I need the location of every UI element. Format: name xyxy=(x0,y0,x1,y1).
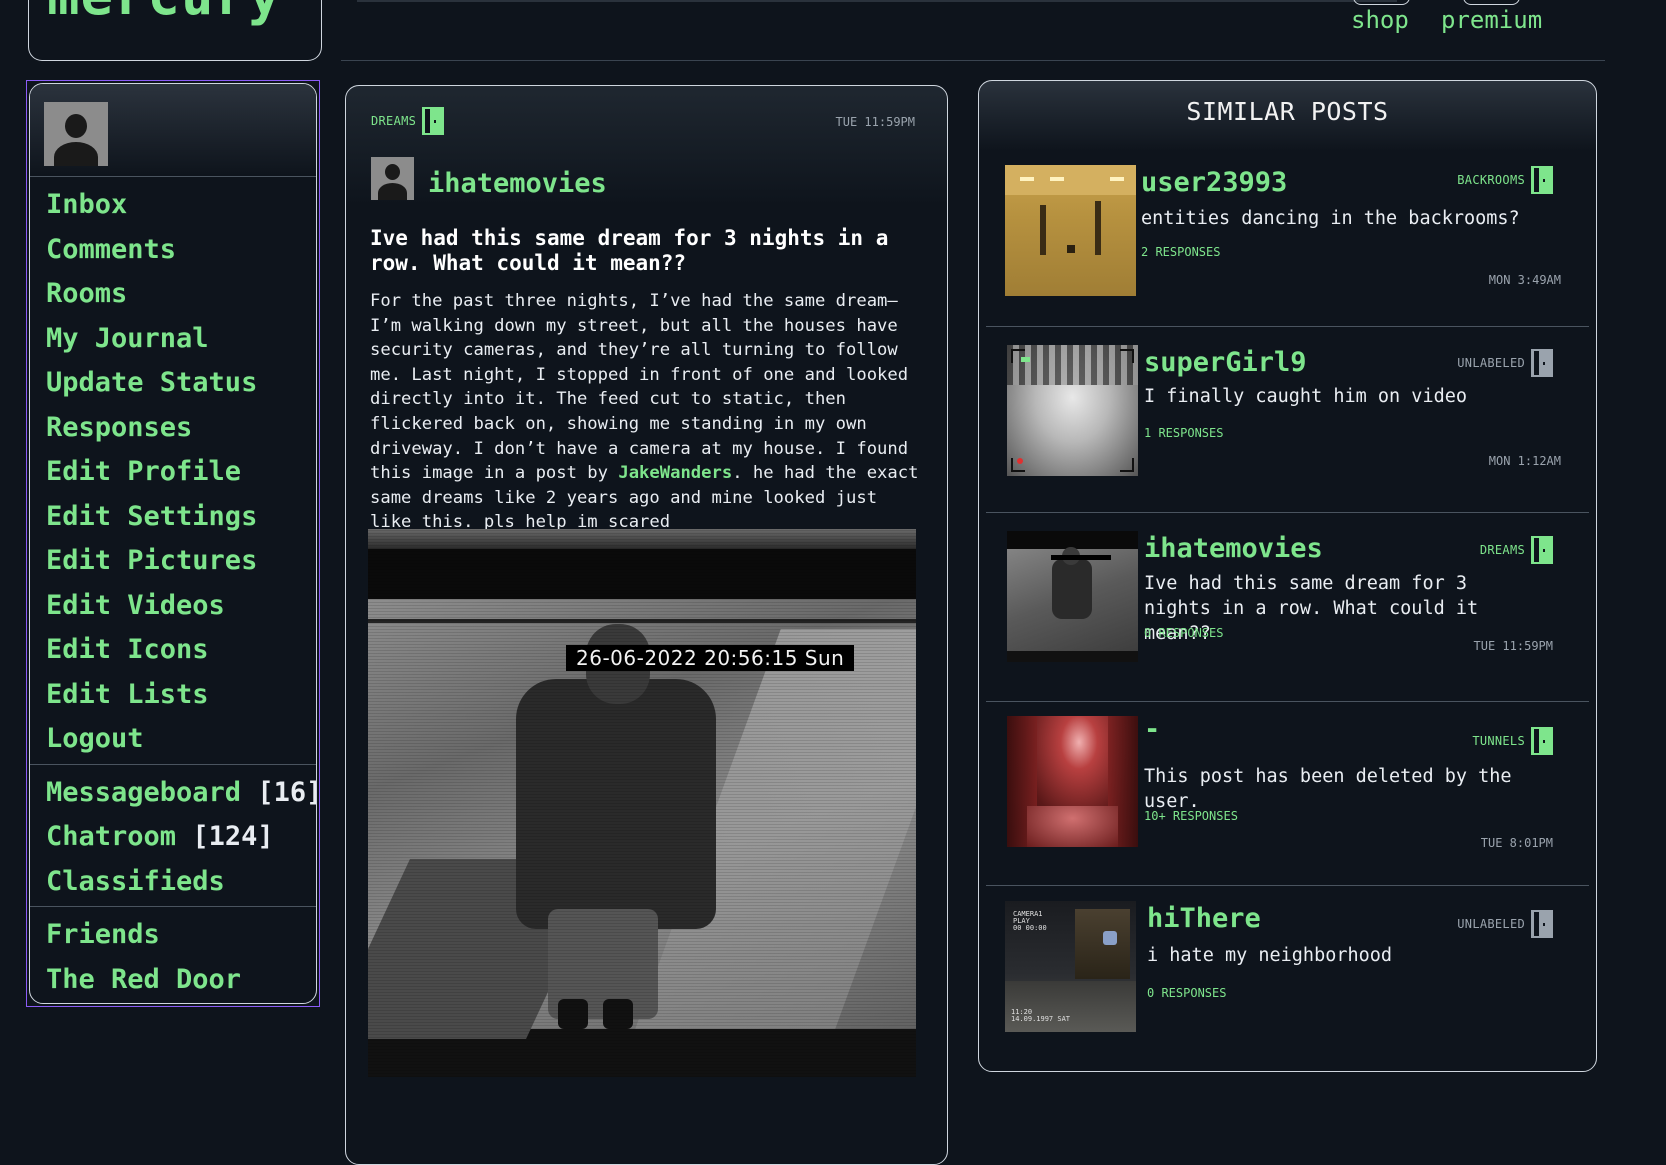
post-thumbnail[interactable]: CAMERA1 PLAY 00 00:00 11:20 14.09.1997 S… xyxy=(1005,901,1136,1032)
similar-post-time: TUE 8:01PM xyxy=(1480,836,1553,850)
sidebar-menu: Inbox Comments Rooms My Journal Update Statu… xyxy=(30,177,316,1003)
shop-link[interactable]: shop xyxy=(1351,6,1409,34)
sidebar-item-my-journal[interactable]: My Journal xyxy=(30,317,316,362)
similar-post-time: MON 3:49AM xyxy=(1488,273,1561,287)
similar-post-time: TUE 11:59PM xyxy=(1473,639,1553,653)
menu-group: Messageboard [16] Chatroom [124] Classifie… xyxy=(30,765,316,907)
similar-post-tag[interactable]: UNLABELED xyxy=(1457,910,1553,938)
sidebar-item-edit-pictures[interactable]: Edit Pictures xyxy=(30,539,316,584)
sidebar-item-label: Messageboard xyxy=(46,776,242,808)
post-panel: DREAMS TUE 11:59PM ihatemovies Ive had t… xyxy=(345,85,948,1165)
sidebar-item-inbox[interactable]: Inbox xyxy=(30,183,316,228)
sidebar: Inbox Comments Rooms My Journal Update Statu… xyxy=(26,80,320,1007)
similar-post-text: I finally caught him on video xyxy=(1144,386,1468,407)
sidebar-panel: Inbox Comments Rooms My Journal Update Statu… xyxy=(29,83,317,1004)
sidebar-item-comments[interactable]: Comments xyxy=(30,228,316,273)
similar-post-user[interactable]: hiThere xyxy=(1147,903,1261,934)
shop-tab-edge xyxy=(1353,0,1410,5)
sidebar-item-responses[interactable]: Responses xyxy=(30,406,316,451)
similar-post-user[interactable]: superGirl9 xyxy=(1144,347,1307,378)
door-icon xyxy=(1531,349,1553,377)
similar-post-responses[interactable]: 1 RESPONSES xyxy=(1144,426,1223,440)
user-avatar[interactable] xyxy=(44,102,108,166)
post-author-link[interactable]: ihatemovies xyxy=(428,168,607,199)
door-icon xyxy=(1531,910,1553,938)
cctv-timestamp: 26-06-2022 20:56:15 Sun xyxy=(566,645,855,671)
thumb-date-label: 11:20 14.09.1997 SAT xyxy=(1011,1008,1071,1023)
similar-post-user[interactable]: ihatemovies xyxy=(1144,533,1323,564)
post-thumbnail[interactable] xyxy=(1007,345,1138,476)
sidebar-header xyxy=(30,84,316,177)
sidebar-item-edit-icons[interactable]: Edit Icons xyxy=(30,628,316,673)
post-title: Ive had this same dream for 3 nights in … xyxy=(370,226,889,275)
sidebar-item-label: Chatroom xyxy=(46,821,177,852)
sidebar-item-label: Classifieds xyxy=(46,865,225,897)
menu-group: Friends The Red Door xyxy=(30,907,316,1003)
sidebar-item-friends[interactable]: Friends xyxy=(30,913,316,958)
similar-post-responses[interactable]: 10+ RESPONSES xyxy=(1144,809,1238,823)
site-logo[interactable]: mercury xyxy=(47,0,282,27)
logo-box[interactable]: mercury xyxy=(28,0,322,61)
sidebar-item-edit-videos[interactable]: Edit Videos xyxy=(30,584,316,629)
similar-post-card[interactable]: - TUNNELS This post has been deleted by … xyxy=(986,702,1589,886)
sidebar-item-messageboard[interactable]: Messageboard [16] xyxy=(30,771,316,816)
similar-post-user[interactable]: user23993 xyxy=(1141,167,1287,198)
cctv-image: 26-06-2022 20:56:15 Sun xyxy=(368,529,916,1077)
post-tag[interactable]: DREAMS xyxy=(371,107,445,135)
post-thumbnail[interactable] xyxy=(1007,716,1138,847)
sidebar-item-the-red-door[interactable]: The Red Door xyxy=(30,958,316,1003)
similar-posts-panel: SIMILAR POSTS user23993 BACKROOMS entiti… xyxy=(978,80,1597,1072)
similar-post-card[interactable]: user23993 BACKROOMS entities dancing in … xyxy=(986,151,1589,327)
sidebar-item-edit-lists[interactable]: Edit Lists xyxy=(30,673,316,718)
post-thumbnail[interactable] xyxy=(1007,531,1138,662)
sidebar-item-classifieds[interactable]: Classifieds xyxy=(30,860,316,905)
post-tag-label: DREAMS xyxy=(371,114,417,128)
similar-post-responses[interactable]: 2 RESPONSES xyxy=(1141,245,1220,259)
similar-post-tag-label: UNLABELED xyxy=(1457,356,1525,370)
thumb-camera-label: CAMERA1 PLAY 00 00:00 xyxy=(1013,910,1047,932)
top-nav-bar xyxy=(357,0,1397,2)
sidebar-item-update-status[interactable]: Update Status xyxy=(30,361,316,406)
sidebar-item-edit-settings[interactable]: Edit Settings xyxy=(30,495,316,540)
similar-post-responses[interactable]: 0 RESPONSES xyxy=(1147,986,1226,1000)
similar-post-time: MON 1:12AM xyxy=(1488,454,1561,468)
similar-posts-title: SIMILAR POSTS xyxy=(1186,97,1389,126)
similar-post-text: This post has been deleted by the user. xyxy=(1144,766,1512,812)
post-time: TUE 11:59PM xyxy=(835,115,915,129)
similar-post-tag[interactable]: TUNNELS xyxy=(1472,727,1553,755)
similar-post-card[interactable]: superGirl9 UNLABELED I finally caught hi… xyxy=(986,327,1589,513)
similar-post-user[interactable]: - xyxy=(1144,714,1160,745)
mention-link[interactable]: JakeWanders xyxy=(618,463,732,483)
similar-post-text: entities dancing in the backrooms? xyxy=(1141,208,1520,229)
similar-post-tag-label: UNLABELED xyxy=(1457,917,1525,931)
similar-post-tag-label: TUNNELS xyxy=(1472,734,1525,748)
door-icon xyxy=(1531,536,1553,564)
post-body-text: For the past three nights, I’ve had the … xyxy=(370,291,909,484)
sidebar-item-count: [16] xyxy=(257,776,317,808)
menu-group: Inbox Comments Rooms My Journal Update Statu… xyxy=(30,177,316,765)
similar-post-card[interactable]: ihatemovies DREAMS Ive had this same dre… xyxy=(986,513,1589,702)
sidebar-item-count: [124] xyxy=(192,821,274,852)
post-thumbnail[interactable] xyxy=(1005,165,1136,296)
similar-post-tag[interactable]: UNLABELED xyxy=(1457,349,1553,377)
door-icon xyxy=(1531,727,1553,755)
similar-post-card[interactable]: CAMERA1 PLAY 00 00:00 11:20 14.09.1997 S… xyxy=(986,886,1589,1071)
sidebar-item-logout[interactable]: Logout xyxy=(30,717,316,762)
similar-post-tag-label: BACKROOMS xyxy=(1457,173,1525,187)
similar-post-responses[interactable]: 0 RESPONSES xyxy=(1144,626,1223,640)
sidebar-item-chatroom[interactable]: Chatroom [124] xyxy=(30,815,316,860)
author-avatar[interactable] xyxy=(371,157,414,200)
similar-post-tag[interactable]: BACKROOMS xyxy=(1457,166,1553,194)
premium-tab-edge xyxy=(1463,0,1520,5)
header-divider xyxy=(341,60,1605,61)
similar-post-text: i hate my neighborhood xyxy=(1147,945,1393,966)
post-body: For the past three nights, I’ve had the … xyxy=(370,289,920,535)
premium-link[interactable]: premium xyxy=(1441,6,1542,34)
similar-post-tag[interactable]: DREAMS xyxy=(1480,536,1553,564)
similar-post-tag-label: DREAMS xyxy=(1479,543,1525,557)
sidebar-item-rooms[interactable]: Rooms xyxy=(30,272,316,317)
door-icon xyxy=(1531,166,1553,194)
sidebar-item-edit-profile[interactable]: Edit Profile xyxy=(30,450,316,495)
door-icon xyxy=(422,107,445,135)
